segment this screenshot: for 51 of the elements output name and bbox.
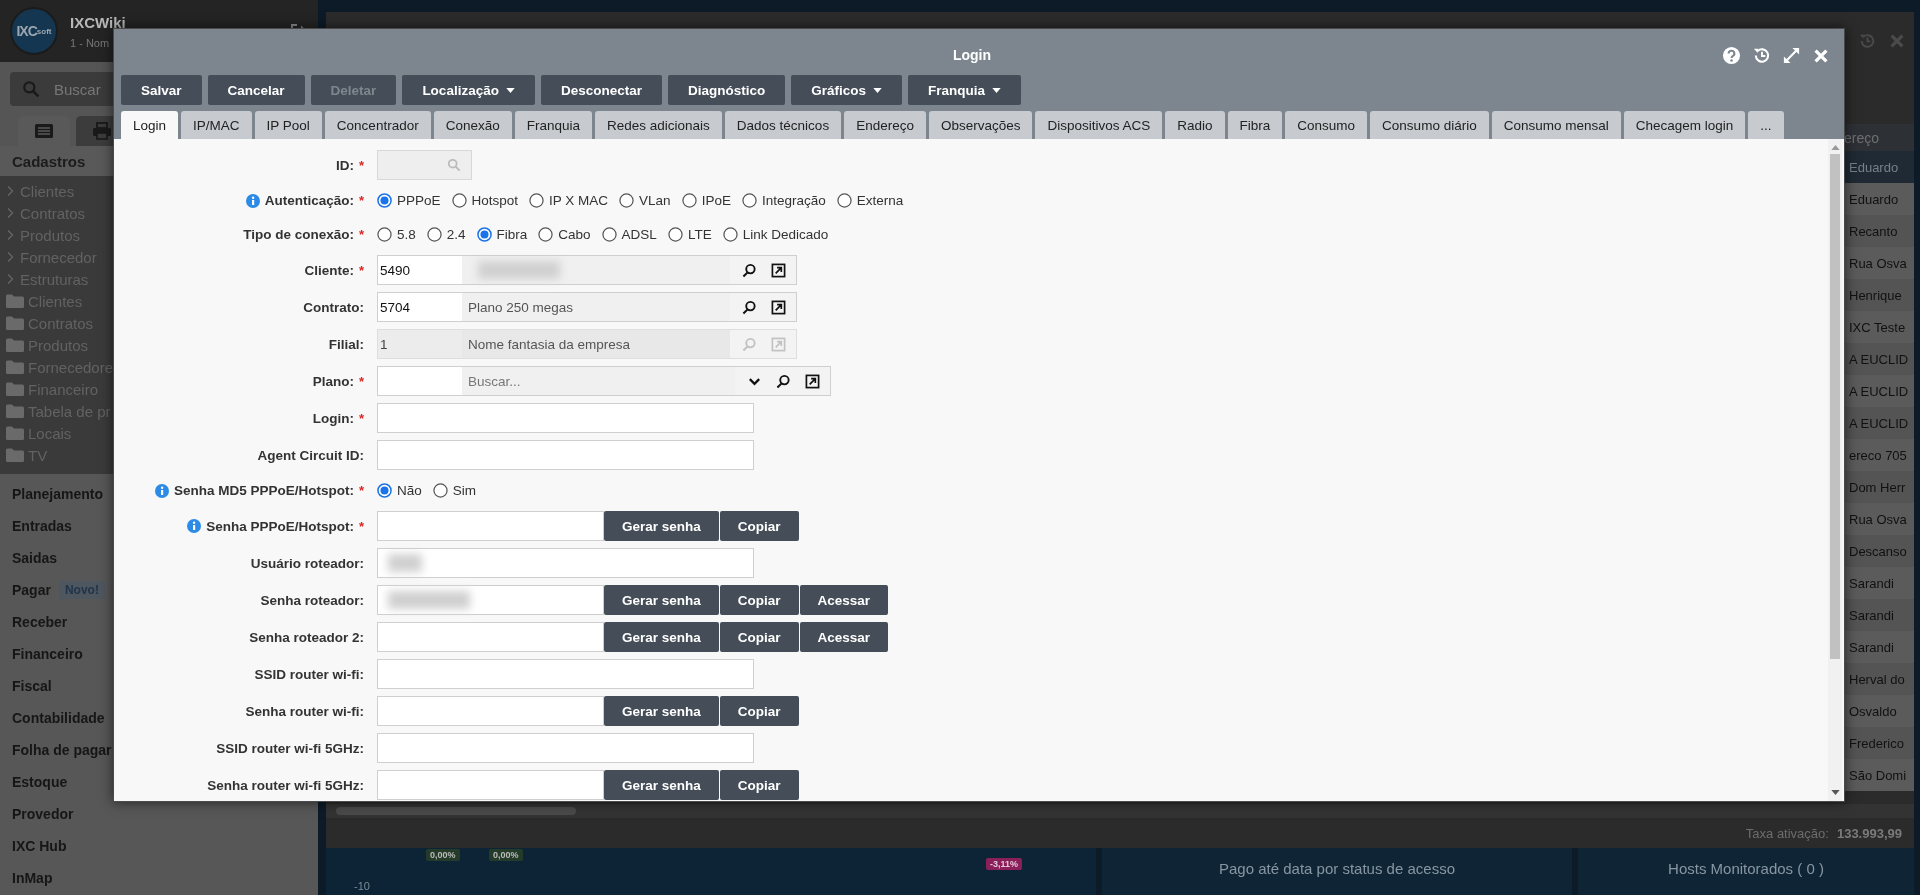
field-label: Cliente:	[304, 262, 354, 278]
field-label: Senha roteador:	[260, 592, 364, 608]
field-label: Senha PPPoE/Hotspot:	[206, 518, 354, 534]
dialog-title: Login	[952, 47, 992, 65]
data-label: -3,11%	[986, 858, 1023, 870]
field-label: Agent Circuit ID:	[257, 447, 364, 463]
required-mark: *	[358, 193, 364, 208]
field-label: Contrato:	[303, 299, 364, 315]
search-placeholder: Buscar	[54, 80, 101, 98]
total-value: 133.993,99	[1836, 825, 1902, 841]
field-label: ID:	[335, 157, 354, 173]
panel-title: Hosts Monitorados ( 0 )	[1668, 860, 1824, 879]
field-label: Senha router wi-fi 5GHz:	[207, 777, 364, 793]
menu-label: Provedor	[12, 806, 74, 822]
code-value: 5490	[380, 262, 411, 278]
menu-label: IXC Hub	[12, 838, 67, 854]
required-mark: *	[358, 518, 364, 534]
field-label: Filial:	[328, 336, 364, 352]
field-label: Login:	[312, 410, 354, 426]
company-name: 1 - Nom	[70, 36, 111, 49]
logo-text: soft	[36, 26, 52, 36]
description-text: Nome fantasia da empresa	[468, 336, 631, 352]
app-name: IXCWiki	[70, 13, 127, 31]
code-value: 5704	[380, 299, 411, 315]
field-label: Senha MD5 PPPoE/Hotspot:	[173, 483, 354, 498]
total-label: Taxa ativação:	[1745, 825, 1829, 841]
field-label: Usuário roteador:	[250, 555, 364, 571]
field-label: Tipo de conexão:	[243, 227, 354, 242]
required-mark: *	[358, 262, 364, 278]
logo-text: IXC	[16, 23, 37, 39]
required-mark: *	[358, 157, 364, 173]
field-label: SSID router wi-fi:	[254, 666, 364, 682]
field-label: Senha router wi-fi:	[245, 703, 364, 719]
menu-label: InMap	[12, 870, 53, 886]
data-label: 0,00%	[426, 849, 460, 861]
required-mark: *	[358, 483, 364, 498]
required-mark: *	[358, 227, 364, 242]
field-label: SSID router wi-fi 5GHz:	[216, 740, 364, 756]
data-label: 0,00%	[489, 849, 523, 861]
required-mark: *	[358, 410, 364, 426]
description-text: Plano 250 megas	[468, 299, 574, 315]
axis-label: -10	[354, 880, 370, 892]
menu-label: Pagar	[12, 582, 51, 598]
code-value: 1	[380, 336, 388, 352]
field-label: Plano:	[312, 373, 354, 389]
field-label: Senha roteador 2:	[249, 629, 364, 645]
field-label: Autenticação:	[264, 193, 354, 208]
menu-label: Financeiro	[12, 646, 83, 662]
required-mark: *	[358, 373, 364, 389]
placeholder-text: Buscar...	[468, 373, 521, 389]
panel-title: Pago até data por status de acesso	[1219, 860, 1455, 879]
